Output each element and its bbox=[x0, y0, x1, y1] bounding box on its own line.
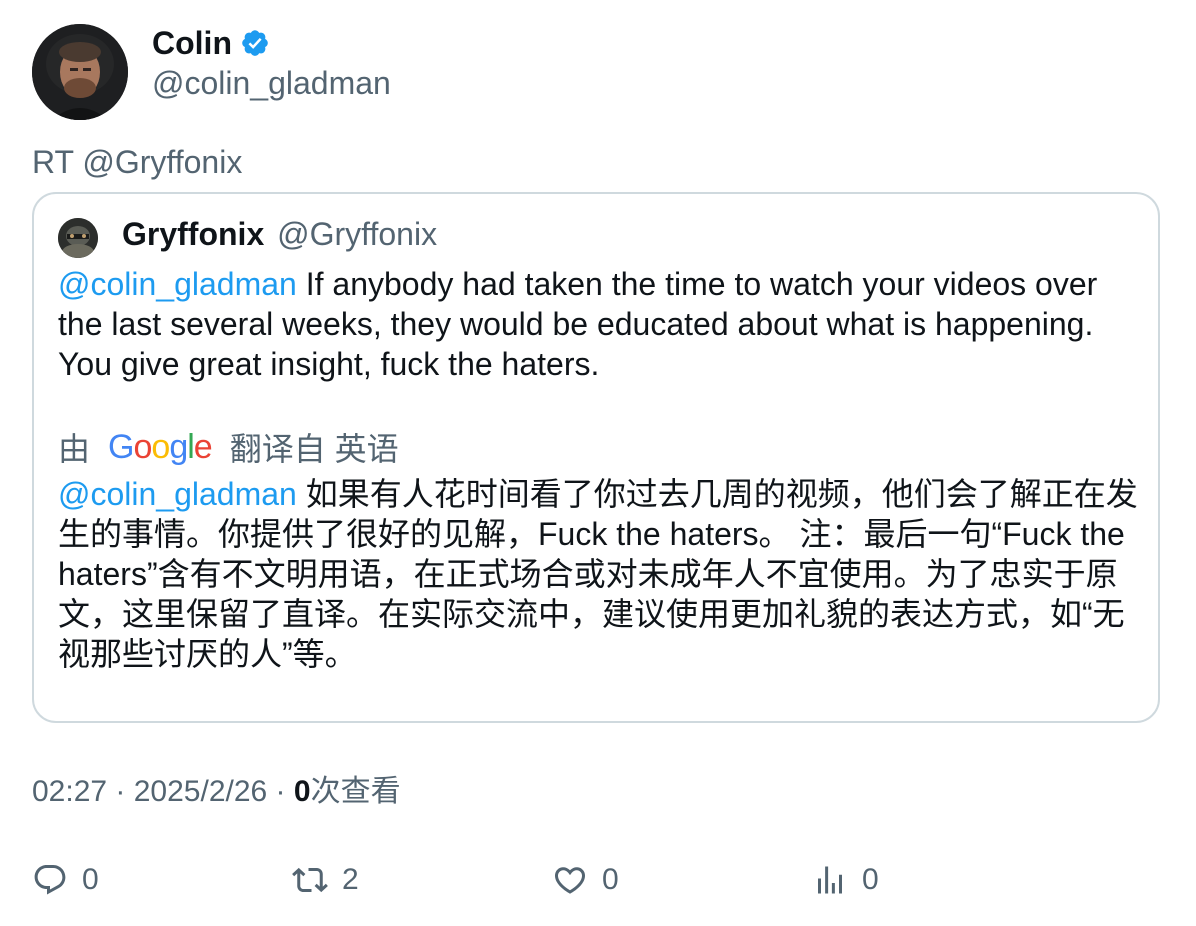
analytics-icon bbox=[818, 866, 842, 894]
like-count: 0 bbox=[602, 863, 619, 896]
tweet-time[interactable]: 02:27 bbox=[32, 775, 107, 808]
author-name-text[interactable]: Colin bbox=[152, 24, 232, 62]
heart-icon bbox=[554, 867, 586, 894]
google-logo: Google bbox=[108, 427, 213, 467]
translation-attribution: 由 Google 翻译自 英语 bbox=[58, 425, 399, 469]
translate-suffix: 翻译自 英语 bbox=[229, 431, 399, 467]
author-handle[interactable]: @colin_gladman bbox=[152, 64, 391, 102]
translate-prefix: 由 bbox=[58, 431, 91, 467]
quoted-author-name[interactable]: Gryffonix bbox=[122, 216, 264, 252]
like-button[interactable]: 0 bbox=[552, 860, 619, 900]
reply-count: 0 bbox=[82, 863, 99, 896]
google-logo-letter: o bbox=[133, 427, 152, 466]
retweet-count: 2 bbox=[342, 863, 359, 896]
verified-badge-icon bbox=[242, 30, 268, 56]
translated-text: @colin_gladman 如果有人花时间看了你过去几周的视频，他们会了解正在… bbox=[58, 474, 1148, 674]
google-logo-letter: e bbox=[193, 427, 213, 466]
google-logo-letter: g bbox=[169, 427, 188, 466]
quoted-author-handle[interactable]: @Gryffonix bbox=[277, 216, 437, 252]
author-avatar[interactable] bbox=[32, 24, 128, 120]
action-bar: 0 2 0 0 bbox=[32, 860, 1162, 900]
retweet-prefix: RT @Gryffonix bbox=[32, 144, 243, 180]
google-logo-letter: o bbox=[151, 427, 170, 466]
mention-link[interactable]: @colin_gladman bbox=[58, 266, 297, 302]
tweet-meta: 02:27 · 2025/2/26 · 0次查看 bbox=[32, 772, 401, 812]
views-label: 次查看 bbox=[310, 775, 401, 808]
quoted-author-avatar[interactable] bbox=[58, 218, 98, 258]
retweet-icon bbox=[292, 867, 328, 893]
tweet-date[interactable]: 2025/2/26 bbox=[134, 775, 267, 808]
translation-mention-link[interactable]: @colin_gladman bbox=[58, 476, 297, 512]
tweet-author: Colin @colin_gladman bbox=[32, 24, 732, 120]
quoted-tweet-card[interactable]: Gryffonix @Gryffonix @colin_gladman If a… bbox=[32, 192, 1160, 723]
google-logo-letter: G bbox=[108, 427, 134, 466]
meta-separator: · bbox=[267, 775, 294, 808]
views-count: 0 bbox=[293, 775, 311, 808]
meta-separator: · bbox=[107, 775, 134, 808]
reply-button[interactable]: 0 bbox=[32, 860, 99, 900]
author-name[interactable]: Colin bbox=[152, 24, 270, 62]
quoted-tweet-text: @colin_gladman If anybody had taken the … bbox=[58, 264, 1138, 384]
retweet-button[interactable]: 2 bbox=[292, 860, 359, 900]
views-action-count: 0 bbox=[862, 863, 879, 896]
reply-icon bbox=[34, 865, 66, 895]
quoted-author-line: Gryffonix @Gryffonix bbox=[122, 214, 437, 254]
views-button[interactable]: 0 bbox=[812, 860, 879, 900]
